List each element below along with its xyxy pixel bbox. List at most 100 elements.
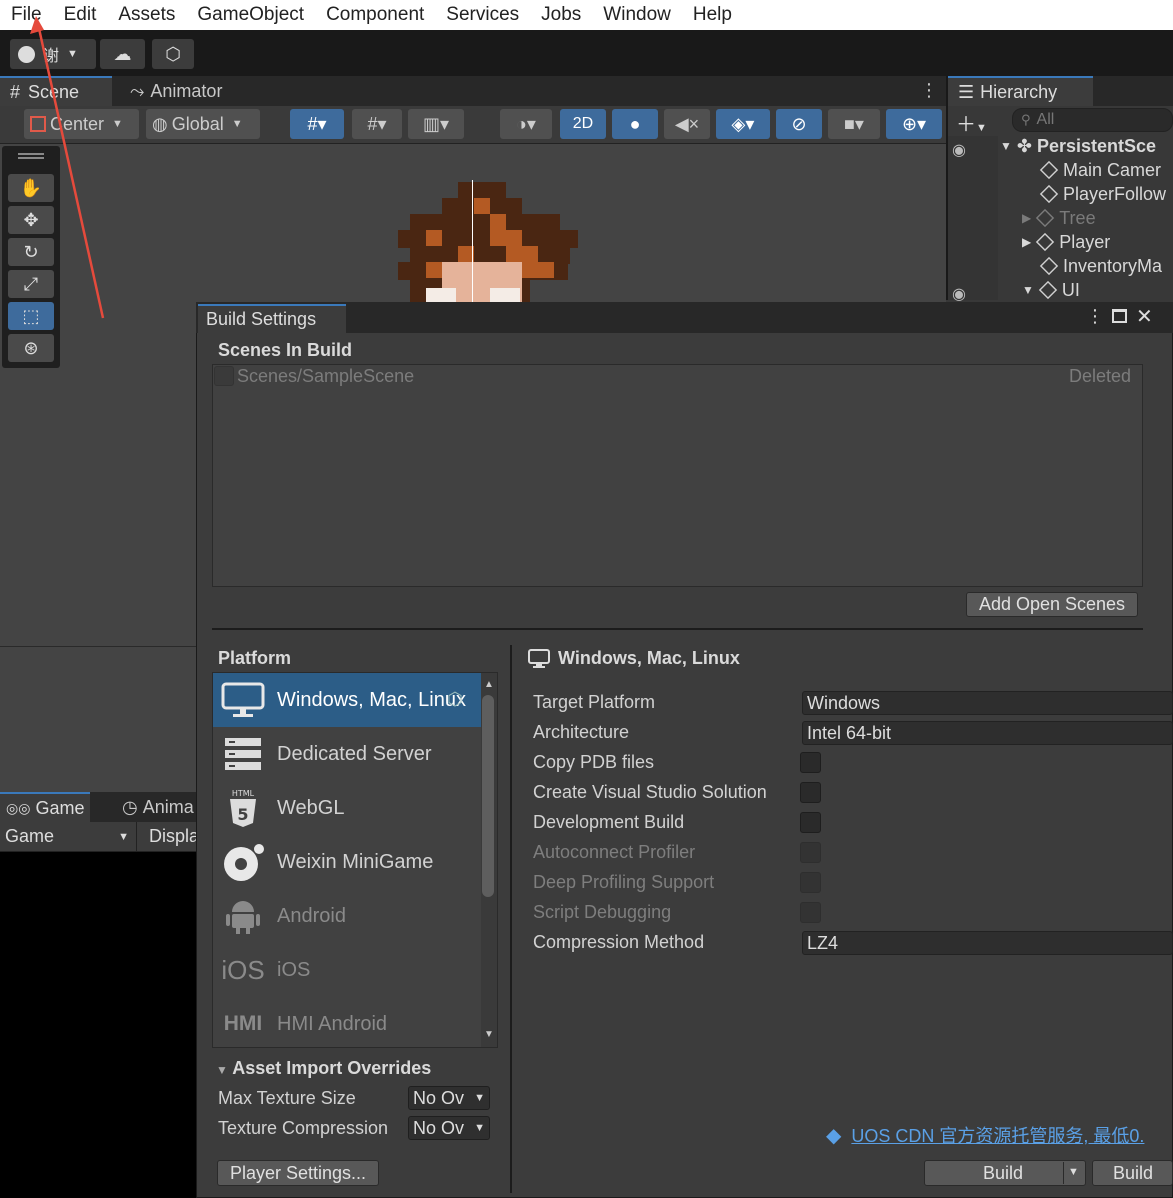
build-button[interactable]: Build — [924, 1160, 1086, 1186]
hierarchy-title: Hierarchy — [980, 81, 1058, 102]
tab-animator[interactable]: ⤳ Animator — [120, 76, 232, 106]
toggle-2d-button[interactable]: 2D — [560, 109, 606, 139]
lighting-button[interactable]: ● — [612, 109, 658, 139]
maximize-icon[interactable] — [1112, 309, 1127, 323]
build-and-run-label: Build — [1113, 1162, 1154, 1183]
chevron-down-icon: ▼ — [231, 118, 243, 130]
game-view[interactable] — [0, 852, 196, 1198]
unity-logo-icon: ⬡ — [447, 689, 463, 709]
hierarchy-item[interactable]: ▶ Player — [1022, 230, 1110, 254]
build-and-run-button[interactable]: Build — [1092, 1160, 1173, 1186]
target-platform-dropdown[interactable]: Windows — [802, 691, 1173, 715]
architecture-dropdown[interactable]: Intel 64-bit — [802, 721, 1173, 745]
hidden-objects-button[interactable]: ⊘ — [776, 109, 822, 139]
tab-animation[interactable]: ◷ Anima — [116, 792, 200, 822]
game-view-dropdown[interactable]: Game ▼ — [5, 826, 133, 848]
tab-hierarchy[interactable]: ☰ Hierarchy — [948, 76, 1093, 106]
menu-jobs[interactable]: Jobs — [541, 4, 581, 26]
space-dropdown[interactable]: ◍ Global ▼ — [146, 109, 260, 139]
scenes-list[interactable] — [212, 364, 1143, 587]
menu-help[interactable]: Help — [693, 4, 732, 26]
gizmos-button[interactable]: ⊕▾ — [886, 109, 942, 139]
svg-text:5: 5 — [237, 805, 248, 824]
platform-weixin[interactable]: Weixin MiniGame — [213, 835, 481, 889]
ios-icon: iOS — [221, 954, 265, 985]
scroll-up-icon[interactable]: ▲ — [484, 679, 494, 690]
hierarchy-item[interactable]: InventoryMa — [1039, 254, 1163, 278]
scene-entry[interactable]: Scenes/SampleScene — [237, 366, 414, 387]
hierarchy-search[interactable]: ⚲ All — [1012, 108, 1173, 132]
camera-button[interactable]: ■▾ — [828, 109, 880, 139]
menu-window[interactable]: Window — [603, 4, 671, 26]
close-icon[interactable]: ✕ — [1136, 304, 1153, 329]
hierarchy-item[interactable]: ▼ UI — [1022, 278, 1080, 302]
development-build-label: Development Build — [533, 812, 685, 832]
eye-icon[interactable]: ◉ — [952, 284, 966, 304]
compression-method-dropdown[interactable]: LZ4 — [802, 931, 1173, 955]
server-icon — [221, 734, 265, 774]
platform-ios[interactable]: iOS iOS — [213, 943, 481, 997]
display-dropdown[interactable]: Displa — [149, 826, 199, 847]
divider — [136, 822, 137, 852]
root-label: PersistentSce — [1036, 135, 1157, 156]
uos-cdn-banner[interactable]: ◆ UOS CDN 官方资源托管服务, 最低0. — [826, 1122, 1173, 1148]
hierarchy-item[interactable]: ▶ Tree — [1022, 206, 1096, 230]
effects-button[interactable]: ◈▾ — [716, 109, 770, 139]
copy-pdb-checkbox[interactable] — [800, 752, 821, 773]
camera-icon: ■▾ — [844, 113, 864, 134]
platform-dedicated-server[interactable]: Dedicated Server — [213, 727, 481, 781]
max-texture-dropdown[interactable]: No Ov ▼ — [408, 1086, 490, 1110]
item-label: Main Camer — [1063, 159, 1162, 180]
shading-mode-button[interactable]: ◑▾ — [500, 109, 552, 139]
texture-compression-dropdown[interactable]: No Ov ▼ — [408, 1116, 490, 1140]
hierarchy-root[interactable]: ▼ ✤ PersistentSce — [1000, 134, 1156, 158]
tab-animator-label: Animator — [150, 80, 223, 101]
uos-cdn-link[interactable]: UOS CDN 官方资源托管服务, 最低0. — [851, 1122, 1144, 1148]
hierarchy-item[interactable]: PlayerFollow — [1039, 182, 1166, 206]
transform-tool-button[interactable]: ⊛ — [8, 334, 54, 362]
scene-status: Deleted — [1069, 366, 1132, 386]
build-label: Build — [983, 1162, 1024, 1183]
asset-overrides-header[interactable]: ▼ Asset Import Overrides — [216, 1058, 431, 1079]
eye-icon[interactable]: ◉ — [952, 140, 966, 160]
add-object-button[interactable]: ＋▼ — [956, 108, 987, 137]
autoconnect-profiler-checkbox — [800, 842, 821, 863]
platform-label: Dedicated Server — [277, 742, 432, 765]
item-label: Tree — [1059, 207, 1096, 228]
menu-component[interactable]: Component — [326, 4, 424, 26]
gameobject-icon — [1036, 208, 1055, 228]
item-label: InventoryMa — [1063, 255, 1163, 276]
audio-button[interactable]: ◀× — [664, 109, 710, 139]
light-bulb-icon: ● — [629, 113, 641, 134]
build-options-dropdown[interactable]: ▼ — [1068, 1166, 1079, 1178]
platform-android[interactable]: Android — [213, 889, 481, 943]
player-settings-button[interactable]: Player Settings... — [217, 1160, 379, 1186]
monitor-icon — [221, 680, 265, 720]
menu-services[interactable]: Services — [446, 4, 519, 26]
increment-snap-button[interactable]: #▾ — [352, 109, 402, 139]
add-open-scenes-button[interactable]: Add Open Scenes — [966, 592, 1138, 617]
scroll-down-icon[interactable]: ▼ — [484, 1029, 494, 1040]
scrollbar-thumb[interactable] — [482, 695, 494, 897]
development-build-checkbox[interactable] — [800, 812, 821, 833]
build-settings-tab[interactable]: Build Settings — [198, 304, 346, 333]
tab-game[interactable]: ◎◎ Game — [0, 792, 91, 822]
copy-pdb-label: Copy PDB files — [533, 752, 655, 772]
platform-windows[interactable]: Windows, Mac, Linux ⬡ — [213, 673, 481, 727]
more-options-icon[interactable]: ⋮ — [920, 80, 938, 101]
menu-gameobject[interactable]: GameObject — [197, 4, 304, 26]
hierarchy-item[interactable]: Main Camer — [1039, 158, 1162, 182]
scene-checkbox[interactable] — [214, 366, 234, 386]
grid-snap-button[interactable]: #▾ — [290, 109, 344, 139]
more-options-icon[interactable]: ⋮ — [1086, 306, 1104, 327]
platform-hmi-android[interactable]: HMI HMI Android — [213, 997, 481, 1047]
texture-compression-label: Texture Compression — [218, 1118, 389, 1138]
grid-visibility-button[interactable]: ▥▾ — [408, 109, 464, 139]
platform-webgl[interactable]: HTML 5 WebGL — [213, 781, 481, 835]
create-vs-checkbox[interactable] — [800, 782, 821, 803]
script-debugging-checkbox — [800, 902, 821, 923]
platform-label: WebGL — [277, 796, 345, 819]
collab-button[interactable]: ⬡ — [152, 39, 194, 69]
platform-list: Windows, Mac, Linux ⬡ Dedicated Server H… — [212, 672, 498, 1048]
tab-anim-label: Anima — [142, 796, 194, 817]
